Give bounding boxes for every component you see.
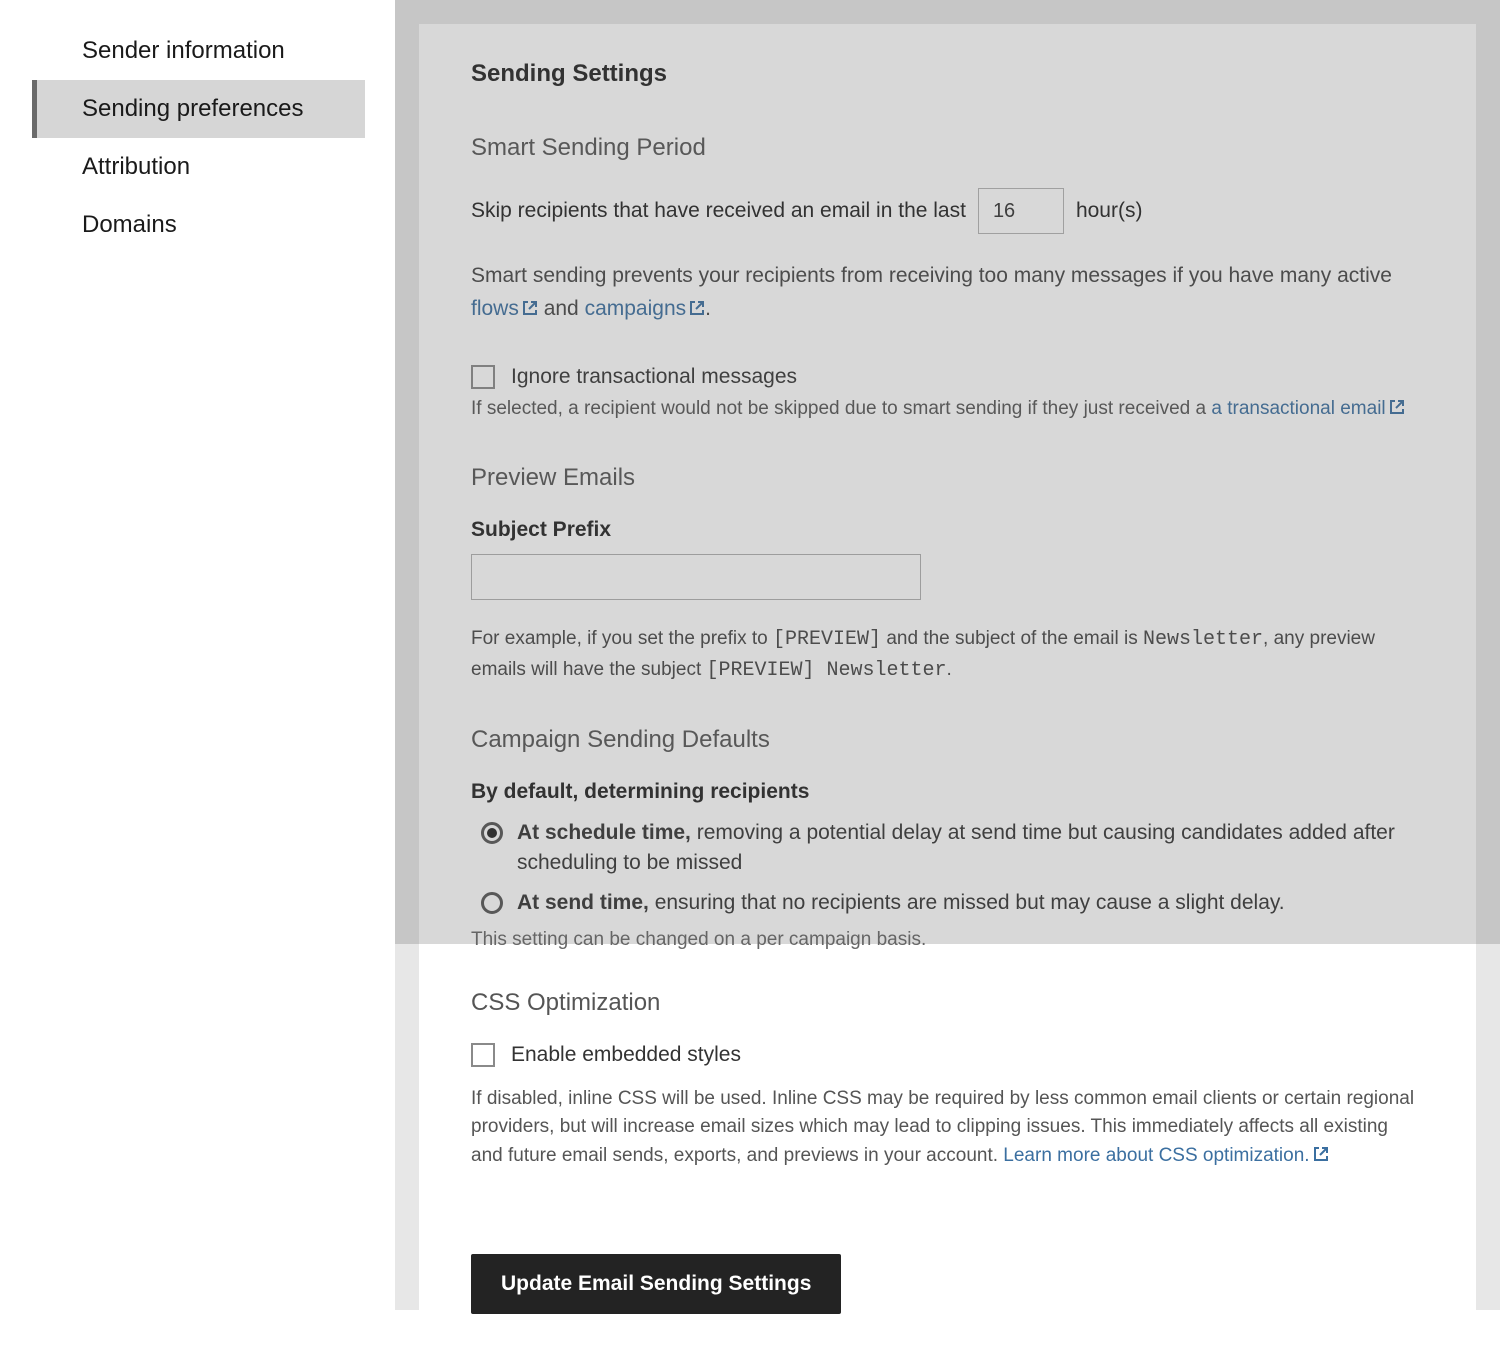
- radio-button[interactable]: [481, 892, 503, 914]
- sidebar-item-attribution[interactable]: Attribution: [32, 138, 365, 196]
- hours-suffix-text: hour(s): [1076, 199, 1143, 223]
- ignore-transactional-checkbox[interactable]: [471, 365, 495, 389]
- external-link-icon: [1389, 399, 1405, 415]
- update-settings-button[interactable]: Update Email Sending Settings: [471, 1254, 841, 1314]
- main-content: Sending Settings Smart Sending Period Sk…: [395, 0, 1500, 1310]
- subject-prefix-example: For example, if you set the prefix to [P…: [471, 624, 1424, 686]
- css-optimization-help: If disabled, inline CSS will be used. In…: [471, 1085, 1424, 1171]
- subject-prefix-input[interactable]: [471, 554, 921, 600]
- ignore-transactional-row[interactable]: Ignore transactional messages: [471, 365, 1424, 389]
- external-link-icon: [522, 300, 538, 316]
- smart-sending-row: Skip recipients that have received an em…: [471, 188, 1424, 234]
- help-prefix: Smart sending prevents your recipients f…: [471, 264, 1392, 287]
- ignore-transactional-label: Ignore transactional messages: [511, 365, 797, 389]
- sending-settings-panel: Sending Settings Smart Sending Period Sk…: [419, 24, 1476, 1354]
- smart-sending-hours-input[interactable]: [978, 188, 1064, 234]
- transactional-email-link[interactable]: a transactional email: [1211, 398, 1404, 419]
- preview-emails-heading: Preview Emails: [471, 464, 1424, 492]
- enable-embedded-styles-row[interactable]: Enable embedded styles: [471, 1043, 1424, 1067]
- css-learn-more-link[interactable]: Learn more about CSS optimization.: [1003, 1145, 1328, 1166]
- ignore-transactional-help: If selected, a recipient would not be sk…: [471, 395, 1424, 424]
- campaigns-link[interactable]: campaigns: [585, 297, 706, 320]
- radio-option-schedule-time[interactable]: At schedule time, removing a potential d…: [481, 818, 1424, 879]
- radio-option-send-time[interactable]: At send time, ensuring that no recipient…: [481, 888, 1424, 918]
- enable-embedded-styles-label: Enable embedded styles: [511, 1043, 741, 1067]
- example-code: [PREVIEW] Newsletter: [707, 659, 947, 682]
- sidebar-item-sending-preferences[interactable]: Sending preferences: [32, 80, 365, 138]
- enable-embedded-styles-checkbox[interactable]: [471, 1043, 495, 1067]
- sidebar-item-domains[interactable]: Domains: [32, 196, 365, 254]
- sidebar-item-sender-information[interactable]: Sender information: [32, 22, 365, 80]
- smart-sending-heading: Smart Sending Period: [471, 134, 1424, 162]
- external-link-icon: [1313, 1146, 1329, 1162]
- help-end: .: [705, 297, 711, 320]
- css-optimization-heading: CSS Optimization: [471, 989, 1424, 1017]
- external-link-icon: [689, 300, 705, 316]
- example-code: [PREVIEW]: [773, 628, 881, 651]
- subject-prefix-label: Subject Prefix: [471, 518, 1424, 542]
- campaign-defaults-intro: By default, determining recipients: [471, 780, 1424, 804]
- skip-prefix-text: Skip recipients that have received an em…: [471, 199, 966, 223]
- flows-link[interactable]: flows: [471, 297, 538, 320]
- page-title: Sending Settings: [471, 60, 1424, 88]
- example-code: Newsletter: [1143, 628, 1263, 651]
- campaign-defaults-note: This setting can be changed on a per cam…: [471, 929, 1424, 951]
- recipient-timing-radio-group: At schedule time, removing a potential d…: [471, 818, 1424, 919]
- help-mid: and: [538, 297, 585, 320]
- campaign-defaults-heading: Campaign Sending Defaults: [471, 726, 1424, 754]
- settings-sidebar: Sender information Sending preferences A…: [0, 0, 395, 1310]
- smart-sending-help: Smart sending prevents your recipients f…: [471, 260, 1424, 325]
- radio-button[interactable]: [481, 822, 503, 844]
